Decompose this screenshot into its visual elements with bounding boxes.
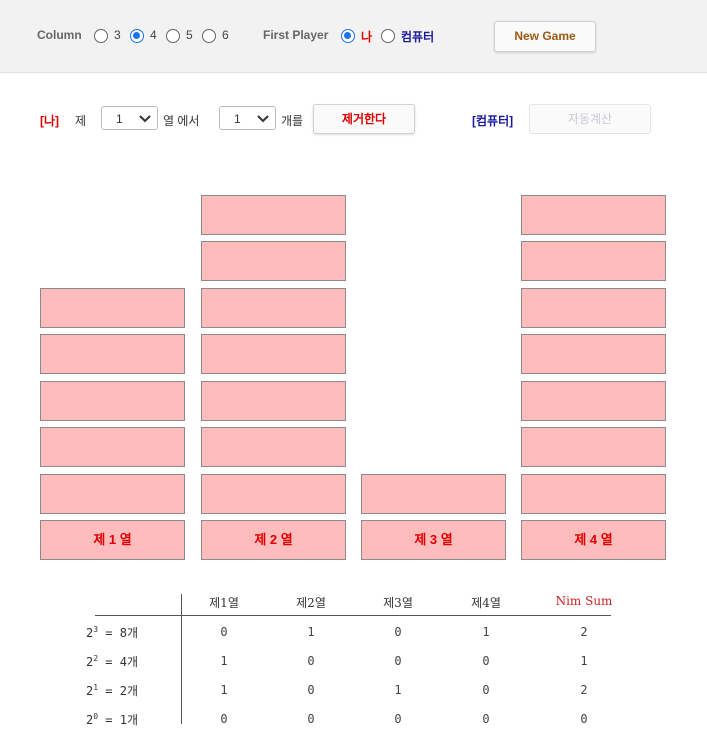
table-row-label: 23 = 8개	[86, 625, 139, 640]
column-4-label: 제 4 열	[521, 520, 666, 560]
table-cell: 0	[394, 625, 402, 639]
column-select[interactable]: 1	[101, 106, 158, 130]
table-cell: 1	[307, 625, 315, 639]
nim-block[interactable]	[201, 381, 346, 421]
nim-block[interactable]	[521, 474, 666, 514]
column-option-6-label: 6	[222, 28, 229, 42]
table-cell: 0	[482, 683, 490, 697]
prefix-label: 제	[75, 114, 87, 128]
table-header-cell: 제4열	[471, 596, 501, 610]
table-cell: 0	[307, 712, 315, 726]
column-radio-5[interactable]	[166, 29, 180, 43]
table-cell: 1	[220, 654, 228, 668]
table-cell: 0	[580, 712, 588, 726]
nim-block[interactable]	[201, 474, 346, 514]
table-row-label: 20 = 1개	[86, 712, 139, 727]
table-cell: 1	[580, 654, 588, 668]
top-toolbar: Column 3 4 5 6 First Player 나 컴퓨터 New Ga…	[0, 0, 707, 73]
table-header-cell: Nim Sum	[555, 594, 613, 608]
table-cell: 0	[307, 654, 315, 668]
table-cell: 0	[394, 654, 402, 668]
first-player-label: First Player	[263, 28, 329, 42]
table-cell: 1	[482, 625, 490, 639]
column-2-label: 제 2 열	[201, 520, 346, 560]
computer-tag: [컴퓨터]	[472, 114, 514, 128]
nim-block[interactable]	[201, 288, 346, 328]
table-cell: 2	[580, 683, 588, 697]
column-option-4-label: 4	[150, 28, 157, 42]
table-row-label: 22 = 4개	[86, 654, 139, 669]
nim-block[interactable]	[521, 195, 666, 235]
player-tag: [나]	[40, 114, 60, 128]
nim-block[interactable]	[40, 381, 185, 421]
table-cell: 1	[394, 683, 402, 697]
nim-block[interactable]	[521, 241, 666, 281]
table-cell: 0	[307, 683, 315, 697]
table-row-label: 21 = 2개	[86, 683, 139, 698]
table-row-label-divider	[181, 594, 182, 724]
nim-block[interactable]	[521, 334, 666, 374]
column-1-label: 제 1 열	[40, 520, 185, 560]
nim-block[interactable]	[361, 474, 506, 514]
new-game-button[interactable]: New Game	[494, 21, 596, 52]
nim-block[interactable]	[201, 241, 346, 281]
table-header-cell: 제2열	[296, 596, 326, 610]
table-cell: 0	[394, 712, 402, 726]
column-radio-3[interactable]	[94, 29, 108, 43]
table-header-cell: 제3열	[383, 596, 413, 610]
column-radio-4[interactable]	[130, 29, 144, 43]
first-player-radio-computer[interactable]	[381, 29, 395, 43]
chevron-down-icon	[139, 115, 151, 123]
nim-block[interactable]	[40, 288, 185, 328]
first-player-radio-me[interactable]	[341, 29, 355, 43]
nim-block[interactable]	[201, 427, 346, 467]
column-option-3-label: 3	[114, 28, 121, 42]
remove-button[interactable]: 제거한다	[313, 104, 415, 134]
nim-block[interactable]	[40, 474, 185, 514]
table-cell: 0	[482, 712, 490, 726]
column-suffix-label: 열 에서	[163, 114, 200, 128]
count-select-value: 1	[234, 112, 241, 126]
table-header-cell: 제1열	[209, 596, 239, 610]
column-label: Column	[37, 28, 82, 42]
column-radio-6[interactable]	[202, 29, 216, 43]
table-cell: 1	[220, 683, 228, 697]
column-3-label: 제 3 열	[361, 520, 506, 560]
chevron-down-icon	[257, 115, 269, 123]
nim-block[interactable]	[40, 427, 185, 467]
nim-block[interactable]	[201, 334, 346, 374]
nim-block[interactable]	[521, 288, 666, 328]
column-select-value: 1	[116, 112, 123, 126]
table-cell: 0	[220, 712, 228, 726]
nim-block[interactable]	[40, 334, 185, 374]
table-cell: 2	[580, 625, 588, 639]
nim-block[interactable]	[201, 195, 346, 235]
nim-block[interactable]	[521, 427, 666, 467]
table-header-divider	[95, 615, 611, 616]
table-cell: 0	[482, 654, 490, 668]
count-suffix-label: 개를	[281, 114, 304, 128]
count-select[interactable]: 1	[219, 106, 276, 130]
first-player-computer-label: 컴퓨터	[401, 30, 435, 44]
column-option-5-label: 5	[186, 28, 193, 42]
table-cell: 0	[220, 625, 228, 639]
nim-block[interactable]	[521, 381, 666, 421]
auto-calculate-button[interactable]: 자동계산	[529, 104, 651, 134]
first-player-me-label: 나	[361, 30, 373, 44]
